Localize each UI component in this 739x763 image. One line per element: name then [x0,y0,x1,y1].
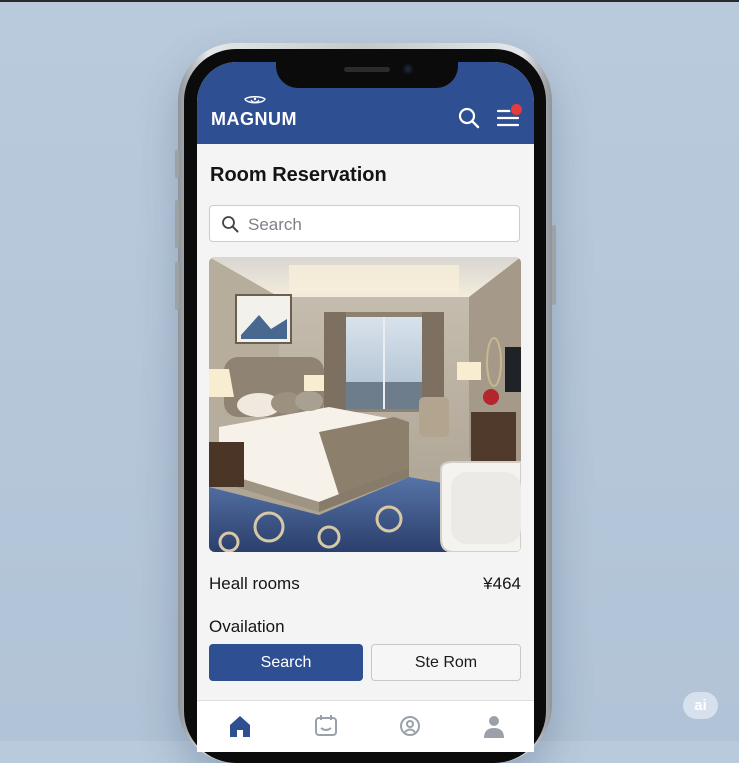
brand-name: MAGNUM [211,109,297,129]
notification-badge [510,103,523,116]
power-button [552,225,556,305]
phone-notch [276,55,458,88]
bookings-icon[interactable] [313,713,339,739]
room-photo[interactable] [209,257,521,552]
bottom-tab-bar [197,700,534,752]
profile-icon[interactable] [481,713,507,739]
secondary-room-button[interactable]: Ste Rom [371,644,521,681]
room-name: Heall rooms [209,574,300,593]
speaker-grille [344,67,390,72]
front-camera [403,64,413,74]
search-input[interactable] [246,211,510,239]
search-field-icon [222,216,239,233]
page-title: Room Reservation [210,164,387,186]
app-screen: MAGNUM Room Reservation Search Heall roo… [197,62,534,752]
room-price: ¥464 [483,574,521,593]
volume-up-button [175,200,179,248]
home-icon[interactable] [227,713,253,739]
volume-down-button [175,262,179,310]
ai-watermark: ai [683,692,718,719]
brand-logo[interactable]: MAGNUM [211,96,301,132]
search-button[interactable]: Search [209,644,363,681]
search-icon[interactable] [457,106,481,130]
silent-switch [175,150,179,178]
top-edge-line [0,0,739,2]
crown-logo-icon [244,96,266,104]
search-field[interactable] [209,205,520,242]
services-icon[interactable] [397,713,423,739]
availability-label: Ovailation [209,617,285,636]
